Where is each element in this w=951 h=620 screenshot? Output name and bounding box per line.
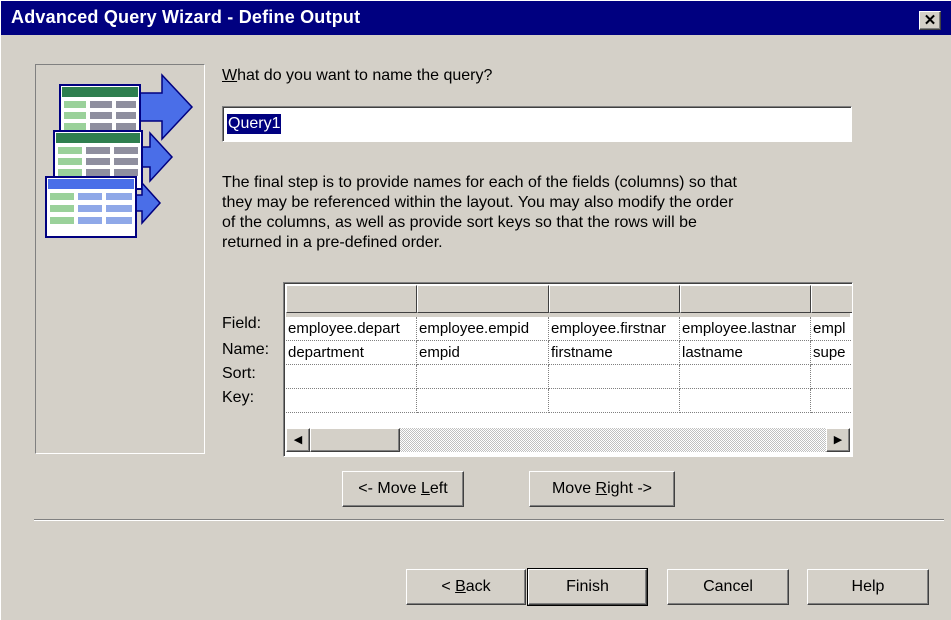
grid-cell-field[interactable]: empl xyxy=(811,317,852,341)
column-header[interactable] xyxy=(549,285,680,313)
grid-cell-key[interactable] xyxy=(417,389,549,413)
horizontal-scrollbar[interactable]: ◀ ▶ xyxy=(286,428,850,452)
grid-cell-field[interactable]: employee.firstnar xyxy=(549,317,680,341)
grid-cell-key[interactable] xyxy=(286,389,417,413)
column-header[interactable] xyxy=(680,285,811,313)
grid-cell-name[interactable]: department xyxy=(286,341,417,365)
column-header[interactable] xyxy=(811,285,852,313)
wizard-window: Advanced Query Wizard - Define Output ✕ xyxy=(0,0,951,620)
column-header[interactable] xyxy=(286,285,417,313)
window-title: Advanced Query Wizard - Define Output xyxy=(11,7,361,27)
query-name-value: Query1 xyxy=(227,114,282,134)
triangle-right-icon: ▶ xyxy=(833,434,843,446)
row-label-name: Name: xyxy=(222,341,270,358)
scroll-thumb[interactable] xyxy=(310,428,400,452)
title-bar: Advanced Query Wizard - Define Output ✕ xyxy=(1,1,951,35)
wizard-illustration-panel xyxy=(35,64,205,454)
grid-cell-field[interactable]: employee.empid xyxy=(417,317,549,341)
tables-arrow-icon xyxy=(45,73,194,238)
triangle-left-icon: ◀ xyxy=(293,434,303,446)
close-button[interactable]: ✕ xyxy=(919,11,941,30)
grid-cell-field[interactable]: employee.lastnar xyxy=(680,317,811,341)
query-name-input[interactable]: Query1 xyxy=(222,106,852,142)
grid-cell-key[interactable] xyxy=(680,389,811,413)
cancel-button[interactable]: Cancel xyxy=(667,569,789,605)
grid-cell-sort[interactable] xyxy=(286,365,417,389)
grid-cell-name[interactable]: lastname xyxy=(680,341,811,365)
move-left-button[interactable]: <- Move Left xyxy=(342,471,464,507)
grid-cell-key[interactable] xyxy=(549,389,680,413)
grid-cell-field[interactable]: employee.depart xyxy=(286,317,417,341)
scroll-right-button[interactable]: ▶ xyxy=(826,428,850,452)
instructions-text: The final step is to provide names for e… xyxy=(222,174,737,251)
grid-cell-name[interactable]: supe xyxy=(811,341,852,365)
grid-cell-name[interactable]: empid xyxy=(417,341,549,365)
grid-cell-name[interactable]: firstname xyxy=(549,341,680,365)
row-label-field: Field: xyxy=(222,315,262,332)
grid-cell-sort[interactable] xyxy=(811,365,852,389)
grid-cell-sort[interactable] xyxy=(417,365,549,389)
grid-cell-sort[interactable] xyxy=(680,365,811,389)
grid-cell-key[interactable] xyxy=(811,389,852,413)
help-button[interactable]: Help xyxy=(807,569,929,605)
close-icon: ✕ xyxy=(923,12,937,29)
footer-separator xyxy=(34,519,944,521)
field-grid[interactable]: employee.depart employee.empid employee.… xyxy=(283,282,853,457)
scroll-left-button[interactable]: ◀ xyxy=(286,428,310,452)
finish-button[interactable]: Finish xyxy=(527,568,648,606)
row-label-sort: Sort: xyxy=(222,365,256,382)
back-button[interactable]: < Back xyxy=(406,569,526,605)
row-label-key: Key: xyxy=(222,389,255,406)
move-right-button[interactable]: Move Right -> xyxy=(529,471,675,507)
query-name-prompt: What do you want to name the query? xyxy=(222,67,493,84)
column-header[interactable] xyxy=(417,285,549,313)
grid-cell-sort[interactable] xyxy=(549,365,680,389)
